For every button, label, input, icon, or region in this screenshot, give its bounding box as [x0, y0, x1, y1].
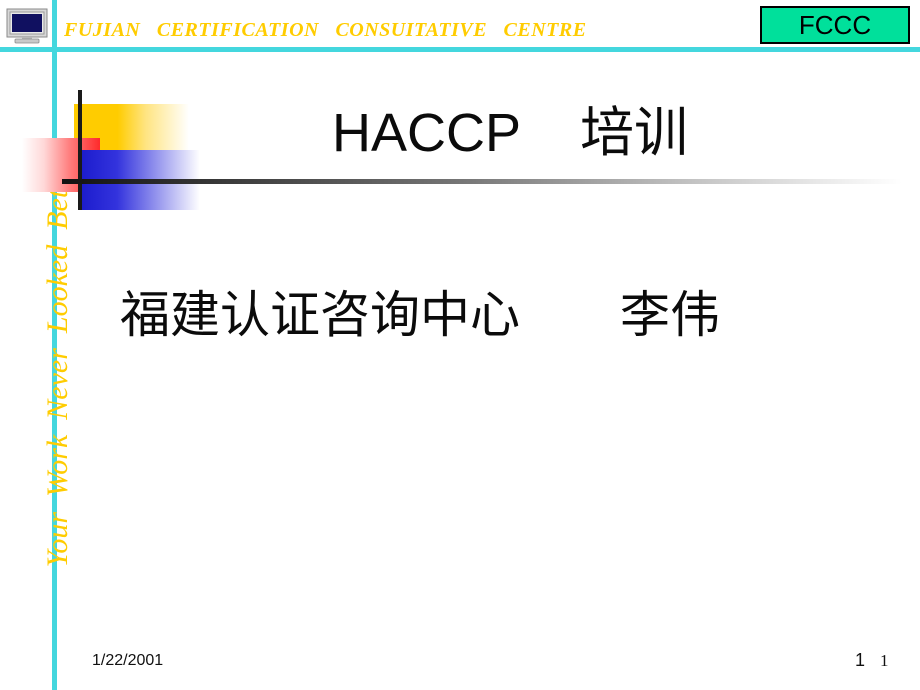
sidebar-tagline: Your Work Never Looked Better [41, 156, 74, 568]
computer-monitor-icon [6, 8, 48, 44]
deco-vertical-line [78, 90, 82, 210]
fccc-logo-badge: FCCC [760, 6, 910, 44]
footer-date: 1/22/2001 [92, 652, 164, 669]
slide-subtitle: 福建认证咨询中心 李伟 [120, 287, 720, 343]
presentation-slide: FUJIAN CERTIFICATION CONSUITATIVE CENTRE… [0, 0, 920, 690]
footer-page-number: 1 [855, 650, 866, 670]
fccc-logo-label: FCCC [798, 9, 872, 40]
page-title: FUJIAN CERTIFICATION CONSUITATIVE CENTRE [64, 19, 587, 41]
footer-slide-number: 1 [880, 651, 889, 670]
slide-title: HACCP 培训 [331, 103, 689, 163]
header-divider-horizontal [0, 47, 920, 52]
title-underline-rule [62, 179, 902, 184]
